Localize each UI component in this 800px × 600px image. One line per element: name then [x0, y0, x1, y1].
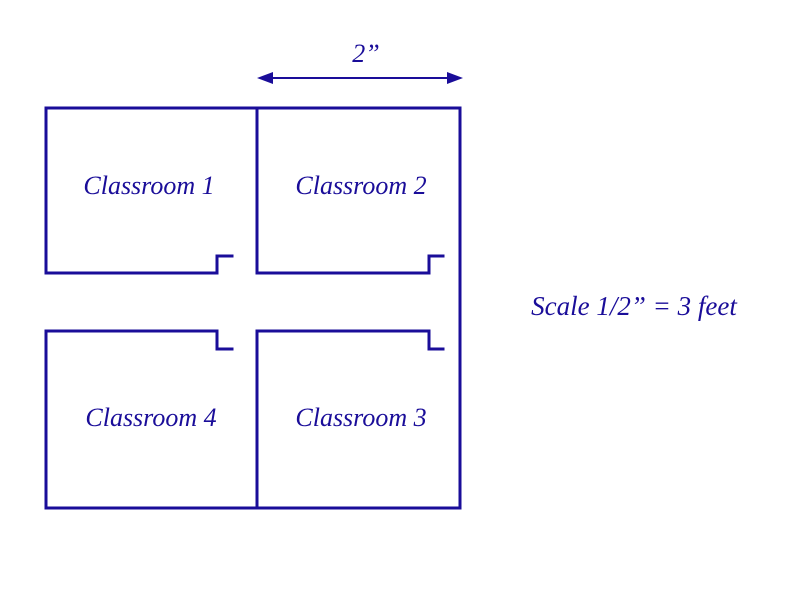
scale-label: Scale 1/2” = 3 feet: [531, 291, 738, 321]
dimension-arrow: [257, 72, 463, 84]
arrowhead-right: [447, 72, 463, 84]
classroom-4-label: Classroom 4: [85, 403, 216, 432]
classroom-3-label: Classroom 3: [295, 403, 426, 432]
arrowhead-left: [257, 72, 273, 84]
dimension-label: 2”: [352, 39, 379, 68]
classroom-2-label: Classroom 2: [295, 171, 426, 200]
floor-plan-diagram: 2” Classroom 1 Classroom 2 Classroom 3 C…: [0, 0, 800, 600]
floor-plan-canvas: 2” Classroom 1 Classroom 2 Classroom 3 C…: [44, 39, 738, 510]
classroom-1-label: Classroom 1: [83, 171, 214, 200]
